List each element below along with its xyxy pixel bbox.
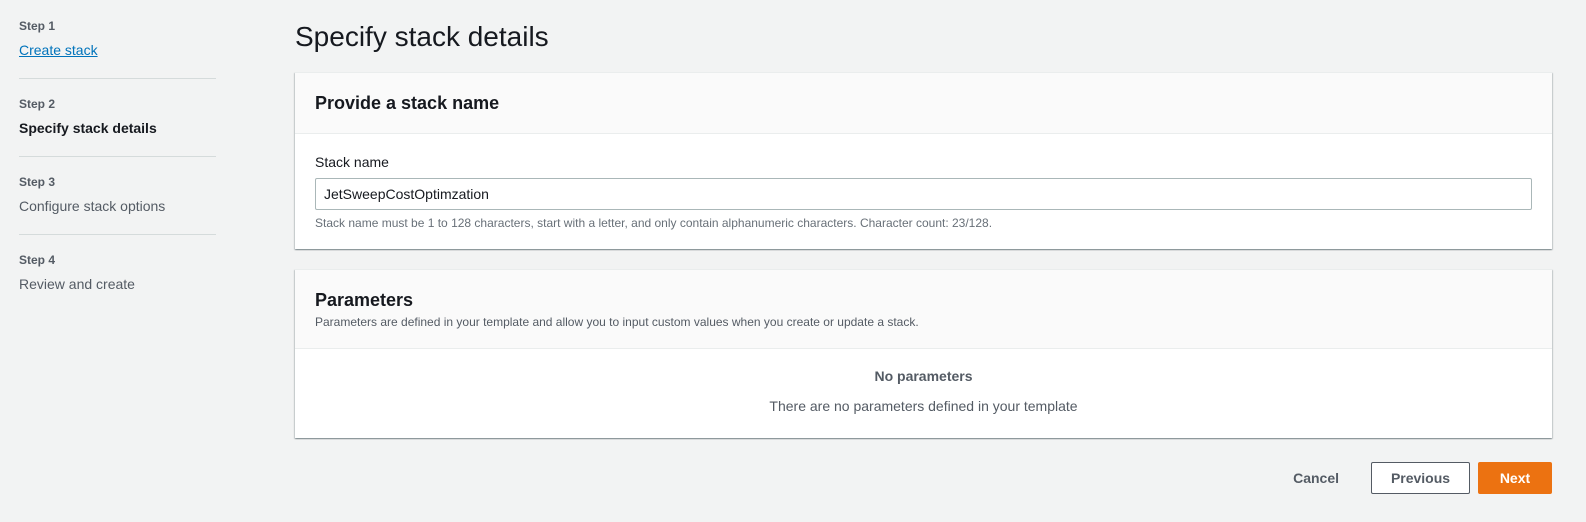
container-body: Stack name Stack name must be 1 to 128 c…: [295, 134, 1552, 249]
cancel-button[interactable]: Cancel: [1273, 462, 1359, 494]
step-title: Review and create: [19, 276, 135, 292]
wizard-actions: Cancel Previous Next: [1273, 462, 1552, 494]
wizard-navigation: Step 1 Create stack Step 2 Specify stack…: [19, 18, 216, 329]
step-link-create-stack[interactable]: Create stack: [19, 40, 216, 60]
next-button[interactable]: Next: [1478, 462, 1552, 494]
wizard-step-4: Step 4 Review and create: [19, 252, 216, 312]
parameters-container: Parameters Parameters are defined in you…: [295, 269, 1552, 438]
stack-name-constraint-text: Stack name must be 1 to 128 characters, …: [315, 216, 993, 230]
page-title: Specify stack details: [295, 21, 549, 52]
empty-state-text: There are no parameters defined in your …: [769, 398, 1078, 414]
section-heading: Provide a stack name: [315, 93, 500, 113]
step-number: Step 3: [19, 175, 56, 189]
previous-button[interactable]: Previous: [1371, 462, 1470, 494]
step-number: Step 1: [19, 19, 56, 33]
container-header: Parameters Parameters are defined in you…: [295, 270, 1552, 349]
section-description: Parameters are defined in your template …: [315, 315, 919, 329]
stack-name-input[interactable]: [315, 178, 1532, 210]
wizard-step-3: Step 3 Configure stack options: [19, 174, 216, 235]
stack-name-container: Provide a stack name Stack name Stack na…: [295, 72, 1552, 249]
wizard-step-1: Step 1 Create stack: [19, 18, 216, 79]
stack-name-label: Stack name: [315, 154, 389, 170]
step-number: Step 2: [19, 97, 56, 111]
wizard-step-2: Step 2 Specify stack details: [19, 96, 216, 157]
empty-state-title: No parameters: [874, 368, 973, 384]
container-header: Provide a stack name: [295, 73, 1552, 134]
step-title-current: Specify stack details: [19, 120, 157, 136]
step-number: Step 4: [19, 253, 56, 267]
section-heading: Parameters: [315, 290, 414, 310]
empty-state: No parameters There are no parameters de…: [295, 349, 1552, 438]
step-title: Configure stack options: [19, 198, 166, 214]
main-content: Specify stack details Provide a stack na…: [295, 0, 1552, 458]
